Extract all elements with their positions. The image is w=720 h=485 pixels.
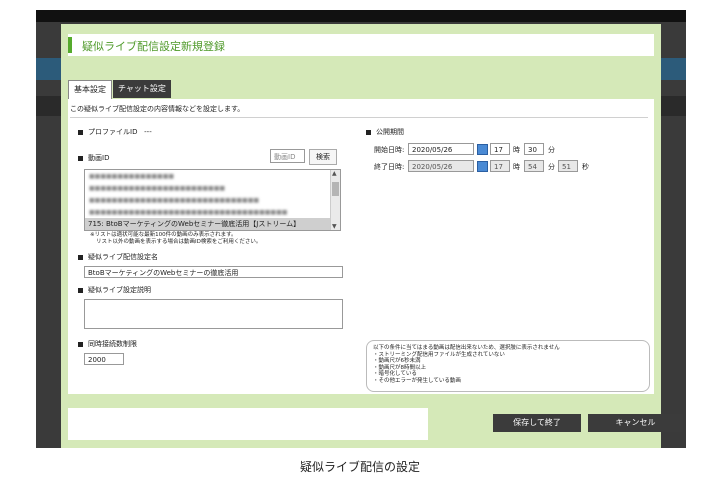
save-and-exit-button[interactable]: 保存して終了 bbox=[493, 414, 581, 432]
background-top-strip bbox=[36, 10, 686, 22]
conditions-box: 以下の条件に当てはまる動画は配信出来ないため、選択肢に表示されません ・ストリー… bbox=[366, 340, 650, 392]
sec-unit: 秒 bbox=[582, 163, 589, 171]
dialog-title-bar: 疑似ライブ配信設定新規登録 bbox=[68, 34, 654, 56]
profile-id-label: プロファイルID bbox=[88, 128, 138, 136]
tab-basic-settings[interactable]: 基本設定 bbox=[68, 80, 112, 99]
bullet-icon bbox=[366, 129, 371, 135]
calendar-icon[interactable] bbox=[477, 144, 488, 155]
app-screen: 疑似ライブ配信設定新規登録 基本設定 チャット設定 この疑似ライブ配信設定の内容… bbox=[36, 10, 686, 448]
profile-id-value: --- bbox=[144, 128, 152, 136]
setting-name-row: 疑似ライブ配信設定名 bbox=[78, 252, 158, 262]
scroll-up-icon[interactable]: ▲ bbox=[332, 170, 337, 177]
calendar-icon bbox=[477, 161, 488, 172]
start-date-input[interactable]: 2020/05/26 bbox=[408, 143, 474, 155]
list-item[interactable]: ■■■■■■■■■■■■■■■■■■■■■■■■■■■■■■ bbox=[89, 197, 336, 206]
publish-period-row: 公開期間 bbox=[366, 127, 404, 137]
cancel-button[interactable]: キャンセル bbox=[588, 414, 683, 432]
video-search-button[interactable]: 検索 bbox=[309, 149, 337, 165]
start-datetime-label: 開始日時: bbox=[374, 146, 405, 154]
bullet-icon bbox=[78, 155, 83, 161]
title-accent-bar bbox=[68, 37, 72, 53]
start-hour-input[interactable]: 17 bbox=[490, 143, 510, 155]
video-list[interactable]: ■■■■■■■■■■■■■■■ ■■■■■■■■■■■■■■■■■■■■■■■■… bbox=[84, 169, 341, 231]
setting-desc-row: 疑似ライブ設定説明 bbox=[78, 285, 151, 295]
dialog-title: 疑似ライブ配信設定新規登録 bbox=[82, 40, 225, 53]
min-unit: 分 bbox=[548, 146, 555, 154]
end-date-field: 2020/05/26 bbox=[408, 160, 474, 172]
bullet-icon bbox=[78, 341, 83, 347]
divider bbox=[70, 117, 648, 118]
profile-id-row: プロファイルID --- bbox=[78, 127, 152, 137]
figure-caption: 疑似ライブ配信の設定 bbox=[299, 460, 420, 474]
video-id-search-input[interactable]: 動画ID bbox=[270, 149, 305, 163]
setting-desc-textarea[interactable] bbox=[84, 299, 343, 329]
setting-name-label: 疑似ライブ配信設定名 bbox=[88, 253, 158, 261]
tab-chat-settings[interactable]: チャット設定 bbox=[113, 80, 171, 98]
pseudo-live-dialog: 疑似ライブ配信設定新規登録 基本設定 チャット設定 この疑似ライブ配信設定の内容… bbox=[61, 24, 683, 448]
publish-period-label: 公開期間 bbox=[376, 128, 404, 136]
hour-unit: 時 bbox=[513, 146, 520, 154]
list-item[interactable]: ■■■■■■■■■■■■■■■■■■■■■■■■■■■■■■■■■■■ bbox=[89, 209, 336, 218]
bullet-icon bbox=[78, 129, 83, 135]
min-unit: 分 bbox=[548, 163, 555, 171]
end-datetime-label: 終了日時: bbox=[374, 163, 405, 171]
start-min-input[interactable]: 30 bbox=[524, 143, 544, 155]
end-sec-field: 51 bbox=[558, 160, 578, 172]
setting-name-input[interactable]: BtoBマーケティングのWebセミナーの徹底活用 bbox=[84, 266, 343, 278]
video-id-row: 動画ID bbox=[78, 153, 109, 163]
list-item[interactable]: ■■■■■■■■■■■■■■■ bbox=[89, 173, 336, 182]
concurrent-limit-input[interactable]: 2000 bbox=[84, 353, 124, 365]
setting-desc-label: 疑似ライブ設定説明 bbox=[88, 286, 151, 294]
concurrent-limit-row: 同時接続数制限 bbox=[78, 339, 137, 349]
scroll-down-icon[interactable]: ▼ bbox=[332, 223, 337, 230]
settings-panel: この疑似ライブ配信設定の内容情報などを設定します。 プロファイルID --- 動… bbox=[68, 99, 654, 394]
condition-item: ・その他エラーが発生している動画 bbox=[373, 377, 461, 384]
scroll-thumb[interactable] bbox=[332, 182, 339, 196]
concurrent-limit-label: 同時接続数制限 bbox=[88, 340, 137, 348]
bullet-icon bbox=[78, 287, 83, 293]
list-item[interactable]: ■■■■■■■■■■■■■■■■■■■■■■■■ bbox=[89, 185, 336, 194]
hour-unit: 時 bbox=[513, 163, 520, 171]
list-note-1: ※リストは適状可能な最新100件の動画のみ表示されます。 bbox=[90, 232, 237, 238]
list-scrollbar[interactable]: ▲ ▼ bbox=[330, 170, 340, 230]
list-note-2: リスト以外の動画を表示する場合は動画ID検索をご利用ください。 bbox=[96, 239, 262, 245]
end-min-field: 54 bbox=[524, 160, 544, 172]
end-hour-field: 17 bbox=[490, 160, 510, 172]
footer-message-area bbox=[68, 408, 428, 440]
list-item-selected[interactable]: 715: BtoBマーケティングのWebセミナー徹底活用【Jストリーム】 bbox=[85, 218, 333, 230]
bullet-icon bbox=[78, 254, 83, 260]
panel-description: この疑似ライブ配信設定の内容情報などを設定します。 bbox=[70, 105, 245, 113]
video-id-label: 動画ID bbox=[88, 154, 110, 162]
